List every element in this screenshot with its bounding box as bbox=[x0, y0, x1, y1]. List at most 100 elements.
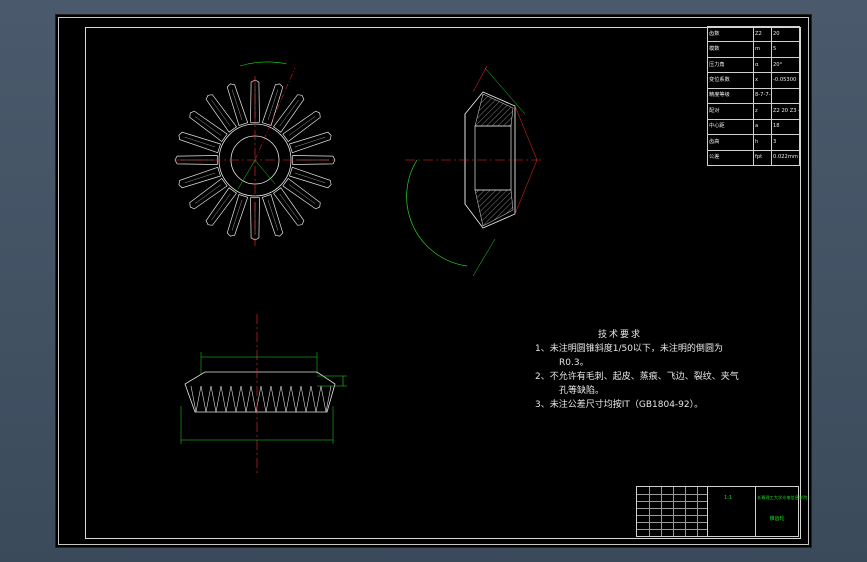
side-bore bbox=[474, 125, 512, 191]
param-cell: 齿高 bbox=[707, 134, 754, 151]
side-hatch-bottom bbox=[474, 189, 514, 227]
param-cell: 配对 bbox=[707, 103, 754, 120]
elevation-tooth bbox=[270, 385, 282, 413]
param-cell: 精度等级 bbox=[707, 87, 754, 105]
param-row: 齿数 Z2 20 bbox=[707, 25, 800, 43]
gear-parameter-table: 齿数 Z2 20 模数 m 5 压力角 α 20° 变位系数 x -0.05300 精度等级 8-7-7-… bbox=[707, 25, 800, 166]
grid-line bbox=[673, 487, 674, 536]
elevation-tooth bbox=[300, 385, 312, 413]
gear-tooth-line bbox=[294, 136, 326, 148]
tech-item-2: 2、不允许有毛刺、起皮、蒸痕、飞边、裂纹、夹气 bbox=[535, 372, 739, 382]
elevation-teeth bbox=[190, 385, 332, 413]
gear-tooth-line bbox=[184, 136, 216, 148]
elevation-tooth bbox=[230, 385, 242, 413]
param-row: 模数 m 5 bbox=[707, 41, 800, 58]
gear-tooth bbox=[178, 166, 221, 189]
gear-tooth-line bbox=[288, 184, 316, 204]
elevation-tooth bbox=[250, 385, 262, 413]
param-cell: α bbox=[753, 56, 772, 74]
gear-tooth-line bbox=[231, 89, 243, 121]
elevation-tooth bbox=[320, 385, 332, 413]
param-cell: z bbox=[753, 103, 772, 120]
param-cell: 18 bbox=[771, 118, 800, 136]
elevation-tooth bbox=[240, 385, 252, 413]
elevation-tooth bbox=[260, 385, 272, 413]
param-cell: 0.022mm bbox=[771, 149, 800, 166]
scale-value: 1:1 bbox=[724, 495, 733, 501]
gear-tooth-line bbox=[194, 184, 222, 204]
param-cell: 公差 bbox=[707, 149, 754, 166]
gear-tooth-line bbox=[267, 89, 279, 121]
param-cell: 3 bbox=[771, 134, 800, 151]
gear-tooth-line bbox=[184, 172, 216, 184]
param-cell: 压力角 bbox=[707, 56, 754, 74]
side-cone-line-top bbox=[514, 105, 538, 161]
grid-line bbox=[697, 487, 698, 536]
side-cone-line-bottom bbox=[514, 159, 538, 215]
gear-tooth-line bbox=[279, 193, 299, 221]
param-cell: Z2 20 Z3 42 bbox=[771, 103, 800, 120]
side-dim-bottom bbox=[472, 238, 496, 277]
side-section-view bbox=[405, 65, 543, 277]
elevation-tooth bbox=[220, 385, 232, 413]
param-cell: -0.05300 bbox=[771, 72, 800, 89]
param-cell: 20° bbox=[771, 56, 800, 74]
elevation-tooth bbox=[280, 385, 292, 413]
school-name: 长春理工大学光电信息学院 bbox=[757, 495, 808, 500]
param-cell: fpt bbox=[753, 149, 772, 166]
elevation-tooth bbox=[210, 385, 222, 413]
drawing-sheet: 齿数 Z2 20 模数 m 5 压力角 α 20° 变位系数 x -0.05300 精度等级 8-7-7-… bbox=[55, 14, 812, 548]
elevation-tooth bbox=[310, 385, 322, 413]
param-row: 压力角 α 20° bbox=[707, 56, 800, 74]
side-hatch-top bbox=[474, 93, 514, 127]
gear-tooth-line bbox=[211, 99, 231, 127]
gear-tooth-line bbox=[267, 199, 279, 231]
title-block-grid bbox=[637, 487, 707, 536]
param-cell bbox=[771, 87, 800, 105]
param-cell: 中心距 bbox=[707, 118, 754, 136]
param-cell: h bbox=[753, 134, 772, 151]
elevation-view bbox=[180, 314, 347, 474]
param-cell: 变位系数 bbox=[707, 72, 754, 89]
param-cell: 5 bbox=[771, 41, 800, 58]
cad-drawing bbox=[174, 61, 543, 474]
param-cell: m bbox=[753, 41, 772, 58]
title-block: 1:1 长春理工大学光电信息学院 锥齿轮 bbox=[636, 486, 807, 537]
param-cell: x bbox=[753, 72, 772, 89]
gear-tooth-line bbox=[279, 99, 299, 127]
side-arc-dimension bbox=[406, 159, 468, 267]
param-cell: 8-7-7-8GB10095-88 bbox=[753, 87, 772, 105]
title-block-right: 长春理工大学光电信息学院 锥齿轮 bbox=[755, 487, 807, 536]
param-cell: 模数 bbox=[707, 41, 754, 58]
grid-line bbox=[685, 487, 686, 536]
gear-tooth-line bbox=[231, 199, 243, 231]
drawing-name: 锥齿轮 bbox=[769, 516, 785, 522]
tech-title: 技术要求 bbox=[597, 330, 642, 340]
elevation-tooth bbox=[200, 385, 212, 413]
param-cell: a bbox=[753, 118, 772, 136]
gear-tooth bbox=[226, 83, 249, 126]
gear-tooth-line bbox=[288, 116, 316, 136]
grid-line bbox=[661, 487, 662, 536]
gear-tooth bbox=[178, 131, 221, 154]
tech-item-1-cont: R0.3。 bbox=[559, 358, 589, 368]
param-row: 变位系数 x -0.05300 bbox=[707, 72, 800, 89]
tech-item-1: 1、未注明圆锥斜度1/50以下，未注明的倒圆为 bbox=[535, 344, 723, 354]
param-row: 精度等级8-7-7-8GB10095-88 bbox=[707, 87, 800, 105]
param-cell: Z2 bbox=[753, 25, 772, 43]
front-view-gear bbox=[174, 61, 337, 246]
grid-line bbox=[649, 487, 650, 536]
param-row: 齿高 h 3 bbox=[707, 134, 800, 151]
gear-tooth bbox=[226, 194, 249, 237]
tech-item-2-cont: 孔等缺陷。 bbox=[559, 386, 605, 396]
param-row: 配对zZ2 20 Z3 42 bbox=[707, 103, 800, 120]
technical-requirements: 技术要求 1、未注明圆锥斜度1/50以下，未注明的倒圆为 R0.3。 2、不允许… bbox=[535, 328, 775, 412]
gear-tooth bbox=[289, 131, 332, 154]
param-cell: 20 bbox=[771, 25, 800, 43]
gear-tooth-line bbox=[294, 172, 326, 184]
front-angle-dimension bbox=[239, 61, 288, 67]
title-block-middle: 1:1 bbox=[707, 487, 756, 536]
gear-tooth-line bbox=[211, 193, 231, 221]
tech-item-3: 3、未注公差尺寸均按IT（GB1804-92）。 bbox=[535, 400, 704, 410]
elevation-tooth bbox=[290, 385, 302, 413]
